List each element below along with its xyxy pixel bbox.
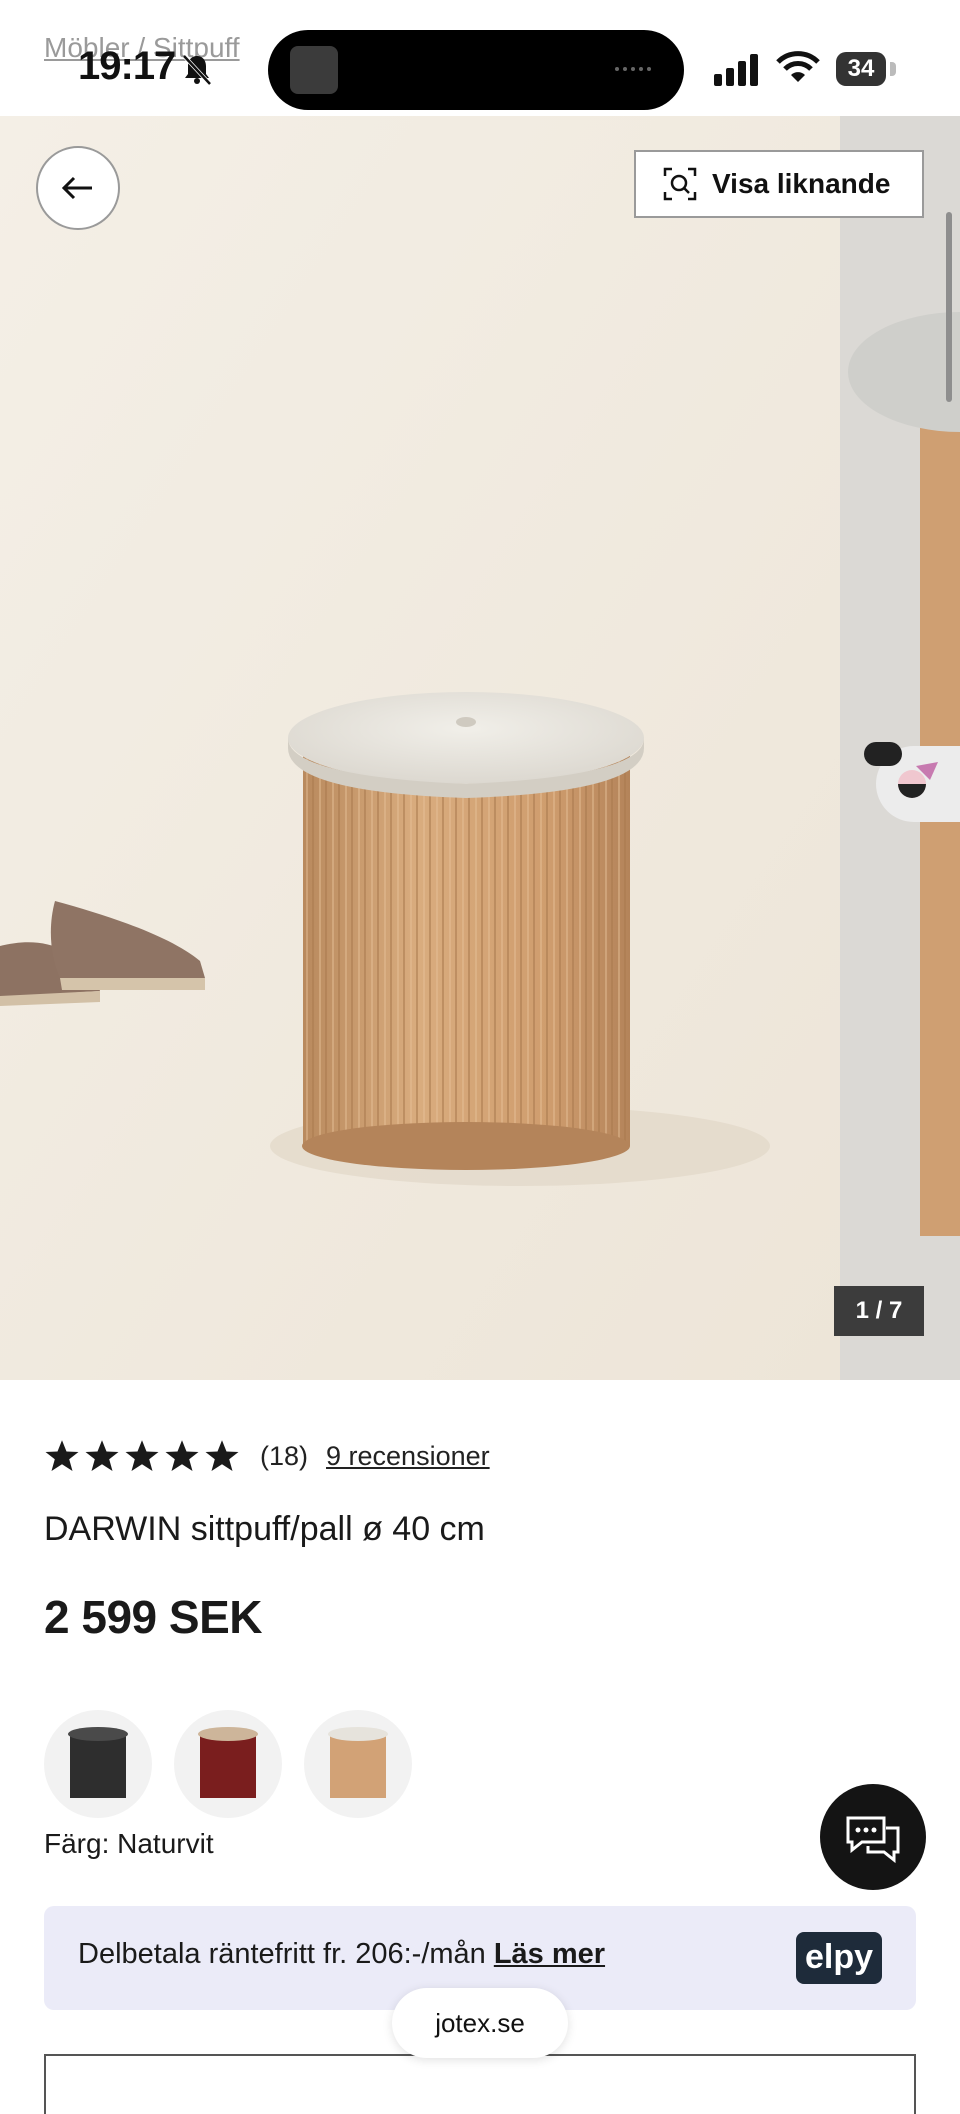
chat-bubbles-icon [846, 1816, 900, 1864]
reviews-link[interactable]: 9 recensioner [326, 1441, 490, 1472]
status-bar: Möbler / Sittpuff 19:17 34 [0, 0, 960, 116]
swatch-rod[interactable] [174, 1710, 282, 1818]
product-gallery[interactable]: Visa liknande 1 / 7 [0, 116, 960, 1380]
battery-indicator: 34 [836, 52, 886, 86]
next-section-box [44, 2054, 916, 2114]
star-icon [165, 1440, 199, 1471]
product-title: DARWIN sittpuff/pall ø 40 cm [44, 1510, 485, 1548]
star-icon [45, 1440, 79, 1471]
product-image[interactable] [0, 116, 840, 1380]
swatch-black-thumbnail [68, 1727, 128, 1798]
scroll-indicator [946, 212, 952, 402]
visa-liknande-label: Visa liknande [712, 168, 891, 199]
battery-tip [890, 62, 896, 76]
status-time: 19:17 [78, 44, 176, 88]
elpy-logo: elpy [796, 1932, 882, 1984]
arrow-left-icon [61, 176, 92, 200]
star-icon [85, 1440, 119, 1471]
star-icon [205, 1440, 239, 1471]
rating-count: (18) [260, 1440, 309, 1471]
back-button[interactable] [36, 146, 120, 230]
swatch-red-thumbnail [198, 1727, 258, 1798]
installment-copy: Delbetala räntefritt fr. 206:-/mån [78, 1938, 486, 1970]
wifi-icon [776, 51, 820, 82]
color-label: Färg: Naturvit [44, 1828, 214, 1859]
swatch-natural-thumbnail [328, 1727, 388, 1798]
bell-muted-icon [182, 54, 212, 86]
rating-stars [44, 1438, 240, 1474]
las-mer-link[interactable]: Läs mer [494, 1938, 605, 1970]
swatch-svart[interactable] [44, 1710, 152, 1818]
widget-chip [864, 742, 902, 766]
color-swatches [44, 1710, 412, 1818]
chat-button[interactable] [820, 1784, 926, 1890]
dynamic-island [268, 30, 684, 110]
visual-search-icon [663, 167, 697, 201]
dots-icon [615, 67, 651, 71]
installment-text: Delbetala räntefritt fr. 206:-/mån Läs me… [78, 1938, 605, 1971]
now-playing-thumbnail [290, 46, 338, 94]
product-price: 2 599 SEK [44, 1591, 262, 1643]
rating-row: (18) 9 recensioner [44, 1434, 490, 1478]
swatch-naturvit[interactable] [304, 1710, 412, 1818]
cellular-signal-icon [714, 54, 758, 86]
visa-liknande-button[interactable]: Visa liknande [634, 150, 924, 218]
star-icon [125, 1440, 159, 1471]
image-counter: 1 / 7 [834, 1286, 924, 1336]
browser-url-pill[interactable]: jotex.se [392, 1988, 568, 2058]
